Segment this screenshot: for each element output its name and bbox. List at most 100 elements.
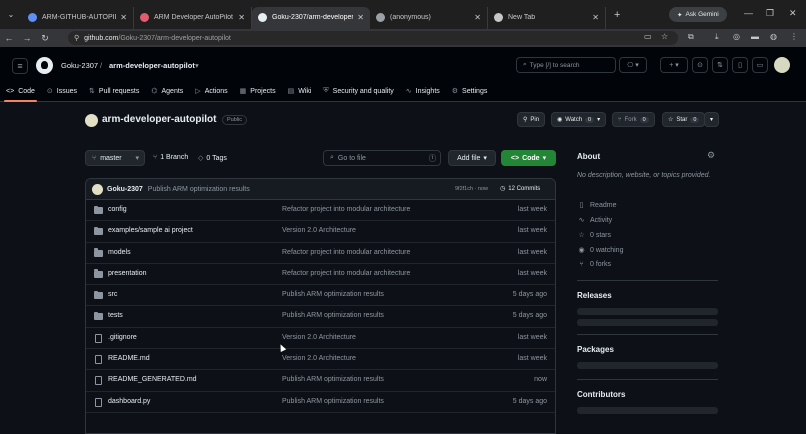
star-button[interactable]: ☆ Star 0 [662, 112, 706, 127]
issues-icon[interactable]: ⊙ [692, 57, 708, 73]
pull-requests-icon[interactable]: ⇅ [712, 57, 728, 73]
repo-switch-caret-icon[interactable]: ▾ [195, 61, 199, 70]
browser-tab[interactable]: New Tab ✕ [488, 6, 606, 29]
file-name[interactable]: models [108, 249, 131, 256]
activity-link[interactable]: ∿ Activity [577, 216, 613, 225]
close-icon[interactable]: ✕ [238, 13, 245, 22]
ask-gemini-button[interactable]: ✦ Ask Gemini [669, 7, 727, 22]
create-new-button[interactable]: + ▾ [660, 57, 688, 73]
close-icon[interactable]: ✕ [474, 13, 481, 22]
releases-heading[interactable]: Releases [577, 291, 612, 300]
close-icon[interactable]: ✕ [592, 13, 599, 22]
reload-icon[interactable]: ↻ [36, 33, 54, 44]
file-name[interactable]: .gitignore [108, 334, 137, 341]
tab-settings[interactable]: ⚙ Settings [446, 81, 494, 101]
close-icon[interactable]: ✕ [357, 13, 364, 22]
gear-icon[interactable]: ⚙ [707, 150, 715, 161]
window-close-icon[interactable]: ✕ [789, 8, 797, 19]
go-to-file-input[interactable]: ⌕ Go to file t [323, 150, 441, 166]
file-commit-message[interactable]: Publish ARM optimization results [282, 398, 384, 405]
file-row[interactable]: dashboard.py Publish ARM optimization re… [86, 392, 555, 413]
breadcrumb-owner[interactable]: Goku-2307 [61, 61, 98, 70]
install-app-icon[interactable]: ▭ [644, 32, 652, 41]
code-button[interactable]: <> Code ▾ [501, 150, 556, 166]
user-avatar[interactable] [774, 57, 790, 73]
branch-selector[interactable]: ⑂ master ▾ [85, 150, 145, 166]
tab-code[interactable]: <> Code [0, 81, 41, 102]
inbox-icon[interactable]: ▭ [752, 57, 768, 73]
file-name[interactable]: config [108, 206, 127, 213]
fork-button[interactable]: ⑂ Fork 0 [612, 112, 655, 127]
file-commit-message[interactable]: Publish ARM optimization results [282, 376, 384, 383]
forks-link[interactable]: ⑂ 0 forks [577, 261, 611, 268]
commits-link[interactable]: ◷ 12 Commits [500, 185, 540, 193]
breadcrumb-repo[interactable]: arm-developer-autopilot [109, 61, 195, 70]
profile-icon[interactable]: ◍ [770, 32, 777, 41]
file-name[interactable]: src [108, 291, 117, 298]
file-commit-message[interactable]: Publish ARM optimization results [282, 312, 384, 319]
tab-issues[interactable]: ⊙ Issues [41, 81, 83, 101]
copilot-icon[interactable]: ◎ [733, 32, 740, 41]
contributors-heading[interactable]: Contributors [577, 390, 625, 399]
tab-agents[interactable]: ⌬ Agents [145, 81, 189, 101]
file-row[interactable]: models Refactor project into modular arc… [86, 243, 555, 264]
file-commit-message[interactable]: Publish ARM optimization results [282, 291, 384, 298]
repo-title[interactable]: arm-developer-autopilot [102, 114, 216, 125]
commit-message[interactable]: Publish ARM optimization results [148, 186, 250, 193]
commit-author[interactable]: Goku-2307 [107, 186, 143, 193]
file-commit-message[interactable]: Refactor project into modular architectu… [282, 249, 410, 256]
tab-search-icon[interactable]: ⌄ [0, 10, 22, 19]
bookmark-star-icon[interactable]: ☆ [661, 32, 668, 41]
branches-link[interactable]: ⑂ 1 Branch [153, 154, 188, 161]
tab-wiki[interactable]: ▤ Wiki [282, 81, 318, 101]
tab-insights[interactable]: ∿ Insights [400, 81, 446, 101]
file-row[interactable]: tests Publish ARM optimization results 5… [86, 306, 555, 328]
stars-link[interactable]: ☆ 0 stars [577, 231, 611, 240]
file-row[interactable]: examples/sample ai project Version 2.0 A… [86, 221, 555, 243]
browser-tab[interactable]: ARM-GITHUB-AUTOPILOT — F ✕ [22, 6, 134, 29]
file-row[interactable]: config Refactor project into modular arc… [86, 200, 555, 222]
watching-link[interactable]: ◉ 0 watching [577, 246, 623, 255]
file-row[interactable]: presentation Refactor project into modul… [86, 264, 555, 286]
tab-actions[interactable]: ▷ Actions [189, 81, 233, 101]
tab-pull-requests[interactable]: ⇅ Pull requests [83, 81, 145, 101]
site-info-icon[interactable]: ⚲ [74, 34, 79, 42]
address-bar[interactable]: ⚲ github.com /Goku-2307/arm-developer-au… [68, 31, 678, 45]
menu-icon[interactable]: ⋮ [790, 32, 798, 41]
watch-button[interactable]: ◉ Watch 0 ▾ [551, 112, 607, 127]
packages-heading[interactable]: Packages [577, 345, 614, 354]
file-row[interactable]: README_GENERATED.md Publish ARM optimiza… [86, 370, 555, 392]
forward-icon[interactable]: → [18, 33, 36, 43]
browser-tab[interactable]: (anonymous) ✕ [370, 6, 488, 29]
close-icon[interactable]: ✕ [120, 13, 127, 22]
extensions-icon[interactable]: ⧉ [688, 32, 694, 42]
copilot-button[interactable]: ⎔ ▾ [619, 57, 647, 73]
tags-link[interactable]: ◇ 0 Tags [198, 154, 227, 163]
tab-security[interactable]: ⛨ Security and quality [317, 81, 399, 101]
file-commit-message[interactable]: Refactor project into modular architectu… [282, 206, 410, 213]
repositories-icon[interactable]: ▯ [732, 57, 748, 73]
file-name[interactable]: examples/sample ai project [108, 227, 193, 234]
file-name[interactable]: README_GENERATED.md [108, 376, 197, 383]
file-name[interactable]: README.md [108, 355, 150, 362]
browser-tab[interactable]: ARM Developer AutoPilot ✕ [134, 6, 252, 29]
hamburger-menu-icon[interactable]: ≡ [12, 58, 28, 74]
file-row[interactable]: src Publish ARM optimization results 5 d… [86, 285, 555, 307]
back-icon[interactable]: ← [0, 33, 18, 43]
search-input[interactable]: ⌕ Type [/] to search [516, 57, 616, 73]
readme-link[interactable]: ▯ Readme [577, 201, 617, 210]
file-name[interactable]: dashboard.py [108, 398, 150, 405]
file-commit-message[interactable]: Version 2.0 Architecture [282, 227, 356, 234]
download-icon[interactable]: ⤓ [715, 32, 719, 42]
new-tab-button[interactable]: + [606, 9, 628, 21]
add-file-button[interactable]: Add file ▾ [448, 150, 496, 166]
tab-projects[interactable]: ▦ Projects [234, 81, 282, 101]
star-dropdown-button[interactable]: ▾ [704, 112, 720, 127]
commit-author-avatar[interactable] [92, 183, 103, 195]
file-commit-message[interactable]: Version 2.0 Architecture [282, 355, 356, 362]
file-commit-message[interactable]: Version 2.0 Architecture [282, 334, 356, 341]
cast-icon[interactable]: ▬ [751, 32, 759, 41]
file-name[interactable]: tests [108, 312, 123, 319]
commit-hash-time[interactable]: 9f2f1ch · now [455, 186, 488, 192]
github-logo-icon[interactable] [36, 57, 53, 74]
